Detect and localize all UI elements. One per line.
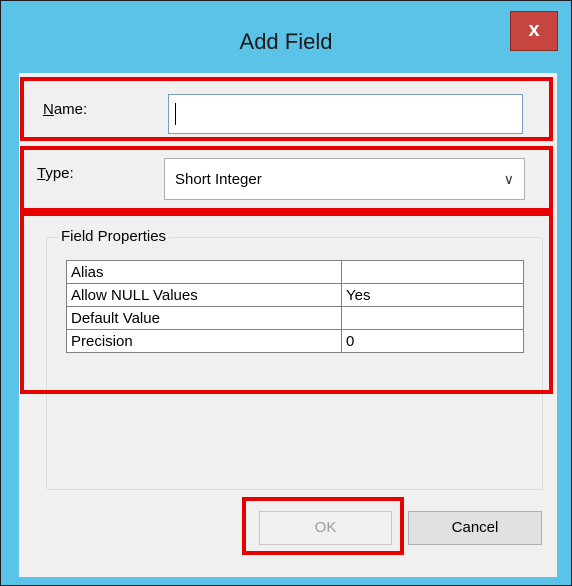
title-bar[interactable]: Add Field x [1,1,571,65]
ok-highlight-box [242,497,404,555]
name-highlight-box [20,77,553,141]
close-button[interactable]: x [510,11,558,51]
dialog-title: Add Field [239,29,333,54]
cancel-button[interactable]: Cancel [408,511,542,545]
type-highlight-box [20,146,553,212]
properties-highlight-box [20,212,553,394]
close-icon: x [528,19,540,41]
